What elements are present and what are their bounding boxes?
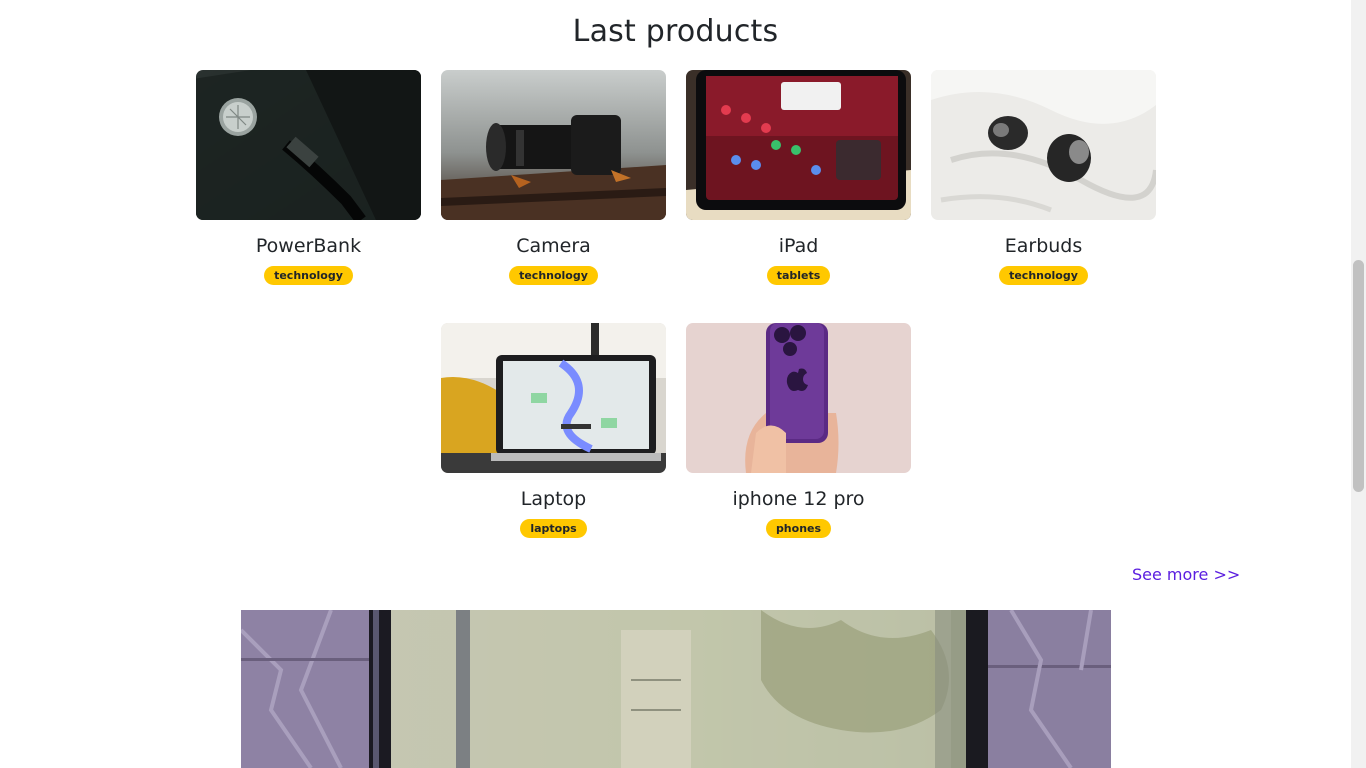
product-image-powerbank[interactable] xyxy=(196,70,421,220)
product-name[interactable]: iPad xyxy=(686,234,911,258)
product-name[interactable]: Earbuds xyxy=(931,234,1156,258)
product-name[interactable]: iphone 12 pro xyxy=(686,487,911,511)
category-badge: technology xyxy=(509,266,598,285)
category-badge: phones xyxy=(765,519,832,538)
page: Last products PowerBank technology Camer… xyxy=(0,0,1351,768)
product-image-laptop[interactable] xyxy=(441,323,666,473)
product-card-laptop[interactable]: Laptop laptops xyxy=(441,323,666,538)
product-card-iphone[interactable]: iphone 12 pro phones xyxy=(686,323,911,538)
product-card-ipad[interactable]: iPad tablets xyxy=(686,70,911,285)
product-name[interactable]: Camera xyxy=(441,234,666,258)
category-badge: technology xyxy=(264,266,353,285)
product-image-iphone[interactable] xyxy=(686,323,911,473)
product-card-powerbank[interactable]: PowerBank technology xyxy=(196,70,421,285)
product-image-earbuds[interactable] xyxy=(931,70,1156,220)
banner-image xyxy=(241,610,1111,768)
product-image-ipad[interactable] xyxy=(686,70,911,220)
vertical-scrollbar[interactable] xyxy=(1351,0,1366,768)
section-title: Last products xyxy=(572,14,779,49)
product-image-camera[interactable] xyxy=(441,70,666,220)
product-name[interactable]: Laptop xyxy=(441,487,666,511)
category-badge: technology xyxy=(999,266,1088,285)
see-more-link[interactable]: See more >> xyxy=(1132,565,1240,584)
category-badge: tablets xyxy=(766,266,831,285)
product-name[interactable]: PowerBank xyxy=(196,234,421,258)
category-badge: laptops xyxy=(520,519,587,538)
scrollbar-thumb[interactable] xyxy=(1353,260,1364,492)
product-card-earbuds[interactable]: Earbuds technology xyxy=(931,70,1156,285)
product-card-camera[interactable]: Camera technology xyxy=(441,70,666,285)
